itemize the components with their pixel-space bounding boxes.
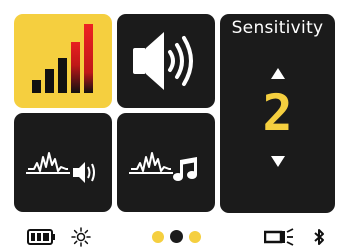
- battery-full-icon: [27, 229, 55, 245]
- page-dot-3[interactable]: [189, 231, 201, 243]
- sensitivity-title: Sensitivity: [231, 18, 324, 38]
- signal-bars-icon: [32, 24, 93, 93]
- sensitivity-value: 2: [262, 84, 293, 142]
- sensitivity-down-arrow-icon[interactable]: [270, 156, 285, 167]
- signal-level-tile[interactable]: [14, 14, 112, 108]
- volume-tile[interactable]: [117, 14, 215, 108]
- waveform-music-icon: [129, 152, 197, 181]
- tone-tile[interactable]: [14, 113, 112, 212]
- audio-tile[interactable]: [117, 113, 215, 212]
- page-dot-1[interactable]: [152, 231, 164, 243]
- page-dot-2-active[interactable]: [170, 230, 183, 243]
- speaker-icon: [133, 32, 193, 90]
- flashlight-icon[interactable]: [264, 228, 294, 246]
- brightness-icon[interactable]: [71, 227, 91, 247]
- bluetooth-icon: [314, 229, 324, 245]
- sensitivity-up-arrow-icon[interactable]: [270, 68, 285, 79]
- sensitivity-tile[interactable]: Sensitivity 2: [220, 14, 335, 213]
- waveform-speaker-icon: [26, 152, 95, 183]
